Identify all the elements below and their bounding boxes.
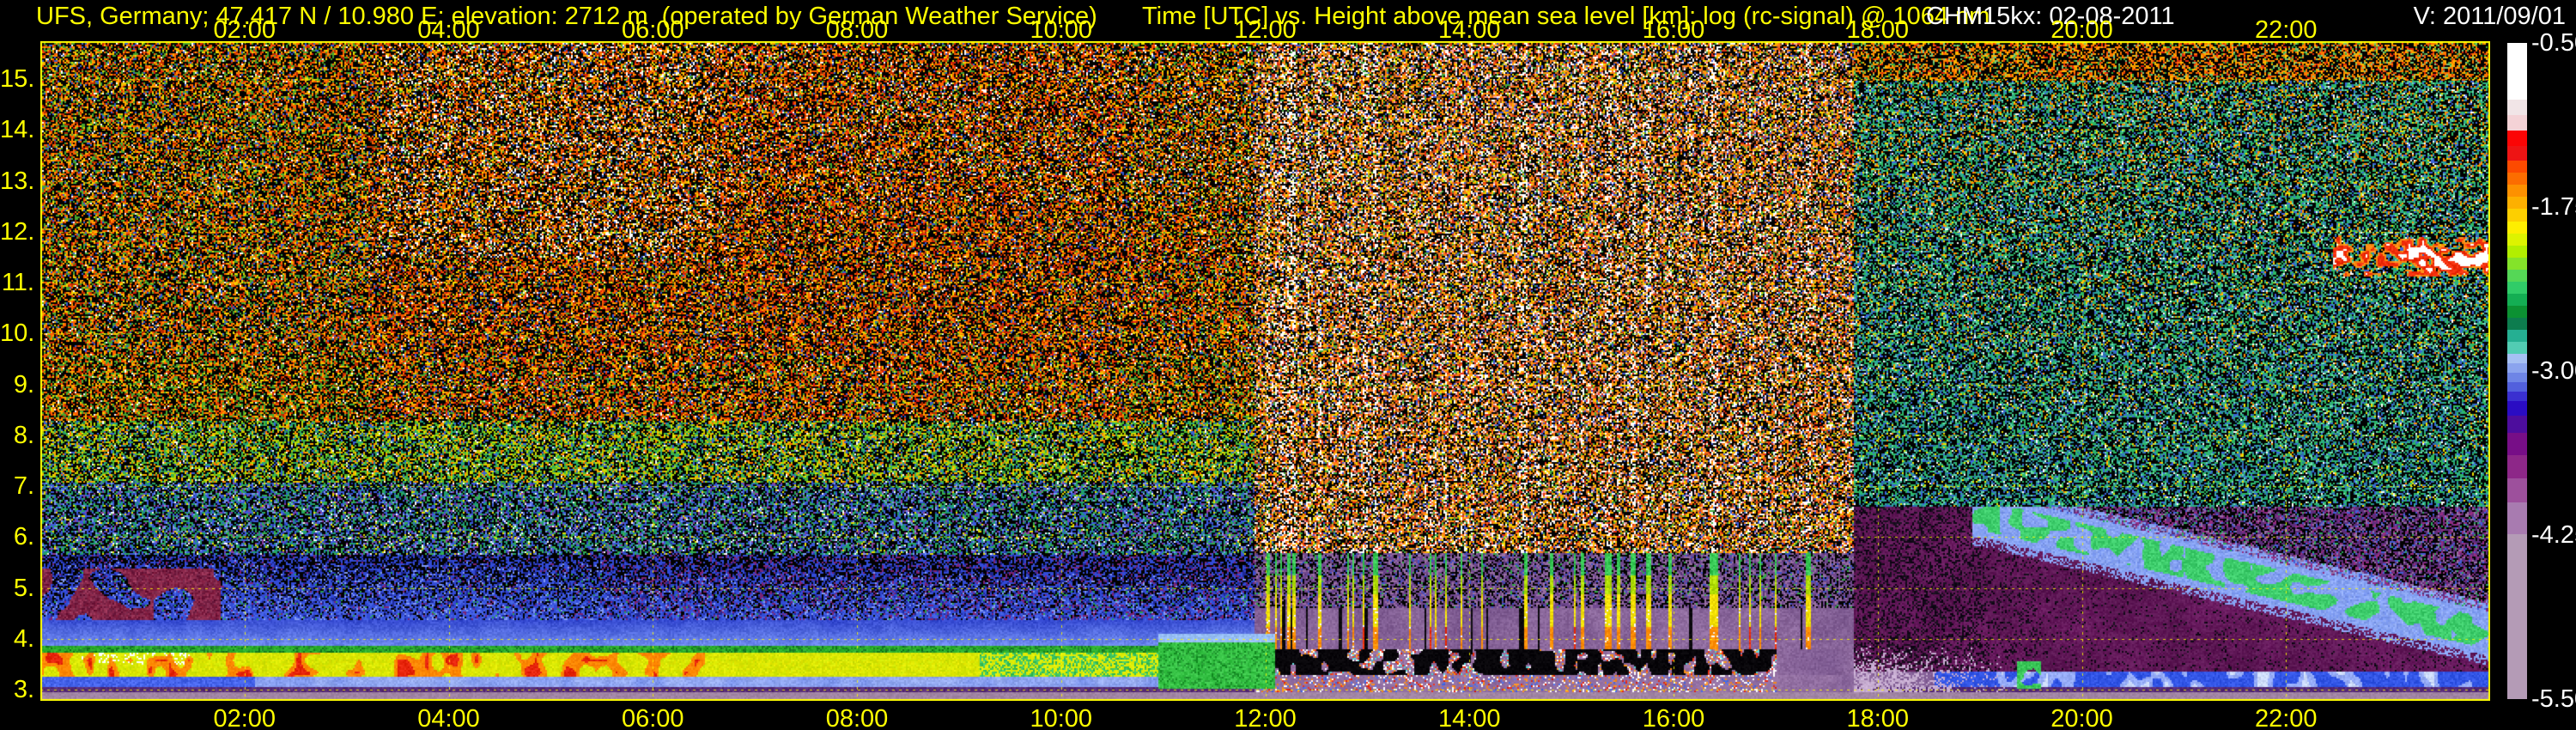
- version-label: V: 2011/09/01: [2414, 2, 2566, 31]
- height-tick-label: 14.: [0, 115, 34, 144]
- height-tick-label: 6.: [0, 522, 34, 551]
- time-tick-top: 02:00: [213, 15, 276, 45]
- height-tick-label: 13.: [0, 167, 34, 196]
- colorbar-segment: [2507, 173, 2527, 185]
- time-tick-top: 10:00: [1030, 15, 1092, 45]
- colorbar-segment: [2507, 401, 2527, 415]
- colorbar-segment: [2507, 534, 2527, 699]
- colorbar-tick-label: -3.00: [2531, 356, 2576, 386]
- colorbar-segment: [2507, 197, 2527, 209]
- time-tick-top: 14:00: [1438, 15, 1501, 45]
- height-tick-label: 3.: [0, 675, 34, 704]
- colorbar-segment: [2507, 478, 2527, 502]
- time-tick-bottom: 22:00: [2255, 704, 2318, 730]
- colorbar-segment: [2507, 234, 2527, 246]
- height-tick-label: 12.: [0, 217, 34, 246]
- height-tick-label: 7.: [0, 471, 34, 501]
- ceilometer-quicklook: UFS, Germany; 47.417 N / 10.980 E; eleva…: [0, 0, 2576, 730]
- colorbar-segment: [2507, 363, 2527, 373]
- colorbar-tick-label: -0.50: [2531, 28, 2576, 58]
- colorbar-segment: [2507, 209, 2527, 221]
- colorbar-tick-label: -1.75: [2531, 192, 2576, 222]
- colorbar: [2507, 43, 2527, 699]
- colorbar-segment: [2507, 43, 2527, 100]
- time-tick-bottom: 16:00: [1643, 704, 1705, 730]
- time-tick-top: 18:00: [1846, 15, 1909, 45]
- colorbar-segment: [2507, 115, 2527, 131]
- colorbar-segment: [2507, 282, 2527, 294]
- colorbar-segment: [2507, 185, 2527, 197]
- time-tick-bottom: 02:00: [213, 704, 276, 730]
- colorbar-segment: [2507, 502, 2527, 534]
- height-tick-label: 15.: [0, 64, 34, 94]
- colorbar-segment: [2507, 373, 2527, 382]
- time-tick-top: 16:00: [1643, 15, 1705, 45]
- colorbar-segment: [2507, 392, 2527, 401]
- colorbar-segment: [2507, 318, 2527, 330]
- time-tick-bottom: 14:00: [1438, 704, 1501, 730]
- colorbar-segment: [2507, 382, 2527, 392]
- height-tick-label: 4.: [0, 624, 34, 654]
- time-tick-bottom: 12:00: [1234, 704, 1297, 730]
- colorbar-segment: [2507, 258, 2527, 270]
- colorbar-segment: [2507, 270, 2527, 282]
- colorbar-segment: [2507, 306, 2527, 318]
- time-tick-bottom: 06:00: [622, 704, 684, 730]
- colorbar-tick-label: -5.50: [2531, 684, 2576, 714]
- height-tick-label: 8.: [0, 421, 34, 450]
- height-tick-label: 11.: [0, 268, 34, 297]
- colorbar-segment: [2507, 433, 2527, 455]
- height-tick-label: 5.: [0, 574, 34, 603]
- time-tick-top: 08:00: [826, 15, 889, 45]
- time-tick-bottom: 20:00: [2050, 704, 2113, 730]
- time-tick-top: 06:00: [622, 15, 684, 45]
- time-tick-top: 04:00: [417, 15, 480, 45]
- time-tick-top: 12:00: [1234, 15, 1297, 45]
- lidar-heatmap-canvas: [40, 41, 2490, 701]
- time-tick-top: 20:00: [2050, 15, 2113, 45]
- colorbar-segment: [2507, 100, 2527, 115]
- colorbar-segment: [2507, 222, 2527, 234]
- height-tick-label: 9.: [0, 370, 34, 399]
- colorbar-segment: [2507, 455, 2527, 478]
- time-tick-bottom: 08:00: [826, 704, 889, 730]
- time-tick-bottom: 10:00: [1030, 704, 1092, 730]
- colorbar-segment: [2507, 330, 2527, 342]
- colorbar-segment: [2507, 354, 2527, 363]
- colorbar-segment: [2507, 416, 2527, 434]
- site-info-label: UFS, Germany; 47.417 N / 10.980 E; eleva…: [36, 2, 1097, 31]
- colorbar-segment: [2507, 131, 2527, 146]
- time-tick-top: 22:00: [2255, 15, 2318, 45]
- time-tick-bottom: 18:00: [1846, 704, 1909, 730]
- colorbar-segment: [2507, 342, 2527, 354]
- time-tick-bottom: 04:00: [417, 704, 480, 730]
- height-tick-label: 10.: [0, 319, 34, 348]
- colorbar-segment: [2507, 246, 2527, 258]
- colorbar-tick-label: -4.25: [2531, 520, 2576, 550]
- colorbar-segment: [2507, 294, 2527, 306]
- colorbar-segment: [2507, 161, 2527, 173]
- colorbar-segment: [2507, 146, 2527, 161]
